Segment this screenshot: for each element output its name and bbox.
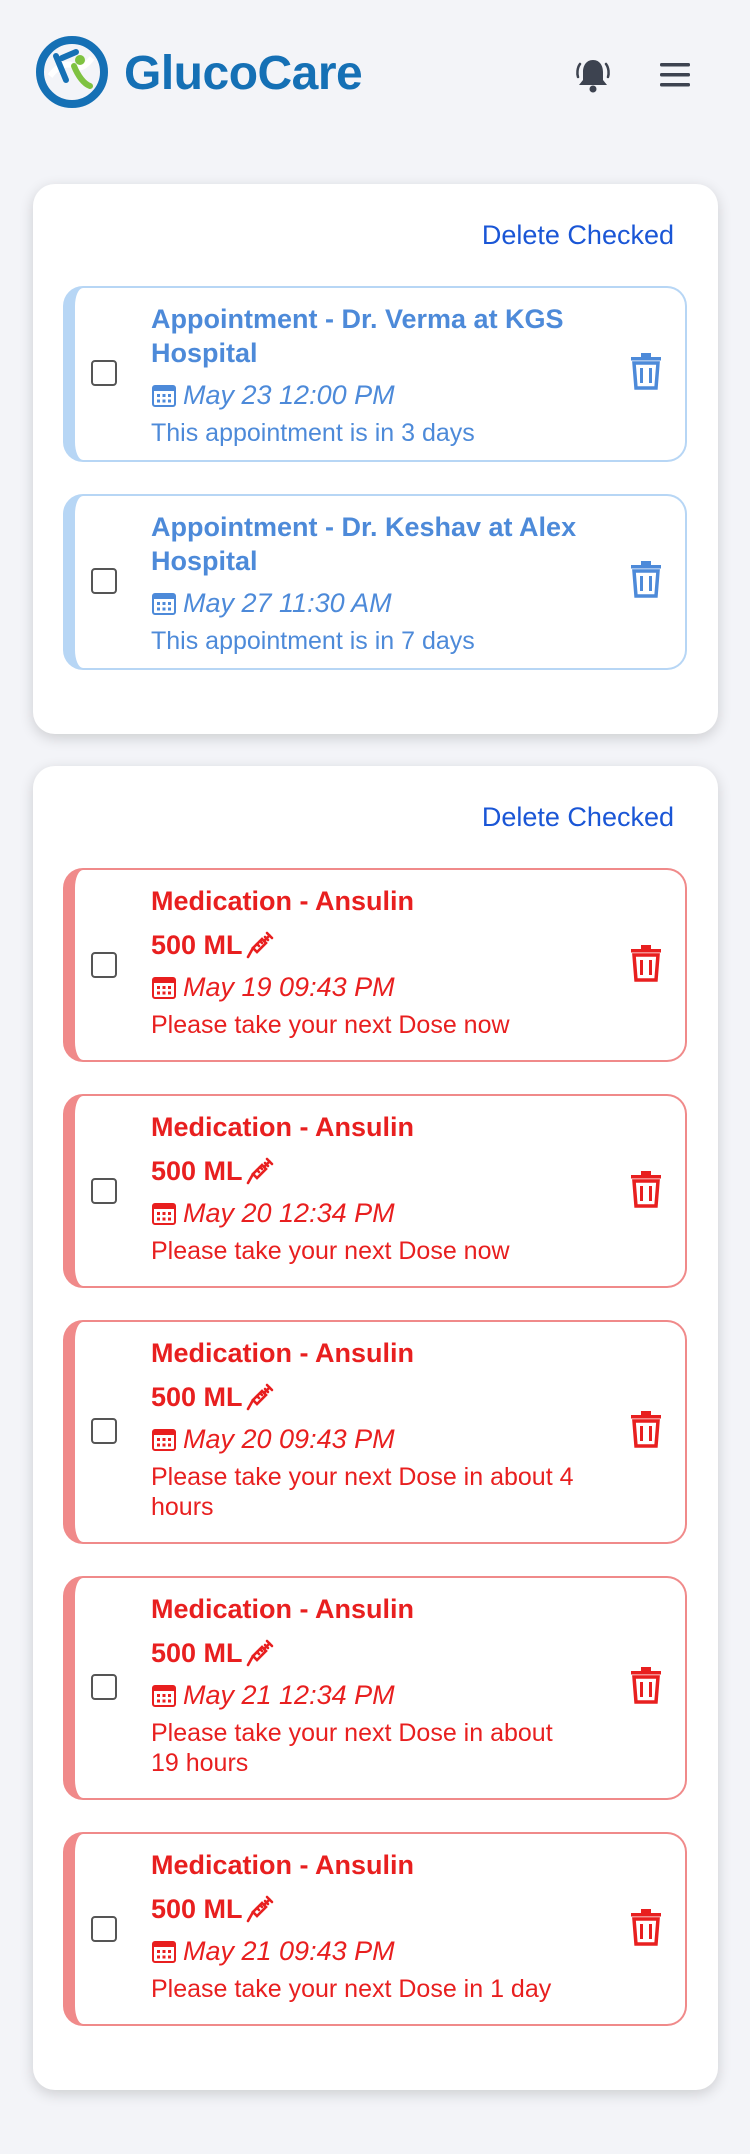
medication-date-text: May 19 09:43 PM <box>183 972 395 1002</box>
delete-checked-medications-button[interactable]: Delete Checked <box>482 802 674 833</box>
calendar-icon <box>152 1203 176 1225</box>
calendar-icon <box>152 1429 176 1451</box>
syringe-icon <box>246 1639 273 1667</box>
medication-dose: 500 ML <box>151 1380 581 1414</box>
syringe-icon <box>246 931 273 959</box>
syringe-icon <box>246 1383 273 1411</box>
medication-checkbox[interactable] <box>91 1178 117 1204</box>
trash-icon[interactable] <box>629 1908 663 1946</box>
medications-card: Delete Checked Medication - Ansulin 500 … <box>33 766 718 2090</box>
appointment-item: Appointment - Dr. Verma at KGS Hospital … <box>63 286 687 462</box>
appointment-checkbox[interactable] <box>91 360 117 386</box>
appointment-date-text: May 23 12:00 PM <box>183 380 395 410</box>
medication-dose: 500 ML <box>151 1892 581 1926</box>
medication-content: Medication - Ansulin 500 ML May 21 09:43… <box>151 1848 581 2004</box>
medication-date-text: May 21 09:43 PM <box>183 1936 395 1966</box>
appointment-title: Appointment - Dr. Verma at KGS Hospital <box>151 304 564 368</box>
syringe-icon <box>246 1157 273 1185</box>
medication-content: Medication - Ansulin 500 ML May 19 09:43… <box>151 884 581 1040</box>
appointment-note: This appointment is in 7 days <box>151 627 475 655</box>
calendar-icon <box>152 1941 176 1963</box>
hamburger-menu-icon[interactable] <box>658 60 692 90</box>
medication-note: Please take your next Dose now <box>151 1237 510 1265</box>
trash-icon[interactable] <box>629 1170 663 1208</box>
medication-dose-text: 500 ML <box>151 1638 243 1668</box>
delete-checked-appointments-button[interactable]: Delete Checked <box>482 220 674 251</box>
calendar-icon <box>152 1685 176 1707</box>
medication-date-text: May 20 12:34 PM <box>183 1198 395 1228</box>
appointment-title: Appointment - Dr. Keshav at Alex Hospita… <box>151 512 577 576</box>
medication-date-text: May 21 12:34 PM <box>183 1680 395 1710</box>
appointment-date-text: May 27 11:30 AM <box>183 588 392 618</box>
medication-title: Medication - Ansulin <box>151 886 414 916</box>
medication-date-text: May 20 09:43 PM <box>183 1424 395 1454</box>
medication-dose-text: 500 ML <box>151 1382 243 1412</box>
trash-icon[interactable] <box>629 560 663 598</box>
medication-checkbox[interactable] <box>91 952 117 978</box>
medication-item: Medication - Ansulin 500 ML May 20 09:43… <box>63 1320 687 1544</box>
calendar-icon <box>152 593 176 615</box>
medication-content: Medication - Ansulin 500 ML May 20 12:34… <box>151 1110 581 1266</box>
calendar-icon <box>152 385 176 407</box>
medication-title: Medication - Ansulin <box>151 1338 414 1368</box>
appointment-content: Appointment - Dr. Keshav at Alex Hospita… <box>151 510 581 656</box>
medication-title: Medication - Ansulin <box>151 1112 414 1142</box>
medication-item: Medication - Ansulin 500 ML May 21 12:34… <box>63 1576 687 1800</box>
appointment-item: Appointment - Dr. Keshav at Alex Hospita… <box>63 494 687 670</box>
medication-note: Please take your next Dose in about 19 h… <box>151 1719 553 1777</box>
medication-note: Please take your next Dose in about 4 ho… <box>151 1463 574 1521</box>
app-title[interactable]: GlucoCare <box>124 46 363 101</box>
medication-title: Medication - Ansulin <box>151 1594 414 1624</box>
appointment-content: Appointment - Dr. Verma at KGS Hospital … <box>151 302 581 448</box>
top-bar: GlucoCare <box>0 0 750 152</box>
medication-date: May 20 12:34 PM <box>151 1196 581 1230</box>
trash-icon[interactable] <box>629 1666 663 1704</box>
medication-content: Medication - Ansulin 500 ML May 20 09:43… <box>151 1336 581 1522</box>
calendar-icon <box>152 977 176 999</box>
medication-item: Medication - Ansulin 500 ML May 21 09:43… <box>63 1832 687 2026</box>
medication-dose-text: 500 ML <box>151 1156 243 1186</box>
trash-icon[interactable] <box>629 1410 663 1448</box>
medication-item: Medication - Ansulin 500 ML May 20 12:34… <box>63 1094 687 1288</box>
appointment-date: May 27 11:30 AM <box>151 586 581 620</box>
appointment-note: This appointment is in 3 days <box>151 419 475 447</box>
medication-checkbox[interactable] <box>91 1418 117 1444</box>
medication-note: Please take your next Dose now <box>151 1011 510 1039</box>
appointments-card: Delete Checked Appointment - Dr. Verma a… <box>33 184 718 734</box>
medication-date: May 21 12:34 PM <box>151 1678 581 1712</box>
medication-dose-text: 500 ML <box>151 930 243 960</box>
medication-title: Medication - Ansulin <box>151 1850 414 1880</box>
medication-dose: 500 ML <box>151 1636 581 1670</box>
medication-date: May 19 09:43 PM <box>151 970 581 1004</box>
bell-icon[interactable] <box>574 56 612 94</box>
medication-checkbox[interactable] <box>91 1674 117 1700</box>
medication-date: May 20 09:43 PM <box>151 1422 581 1456</box>
medication-date: May 21 09:43 PM <box>151 1934 581 1968</box>
medication-dose-text: 500 ML <box>151 1894 243 1924</box>
medication-checkbox[interactable] <box>91 1916 117 1942</box>
medication-note: Please take your next Dose in 1 day <box>151 1975 552 2003</box>
appointment-date: May 23 12:00 PM <box>151 378 581 412</box>
syringe-icon <box>246 1895 273 1923</box>
glucocare-logo-icon[interactable] <box>36 36 108 108</box>
medication-item: Medication - Ansulin 500 ML May 19 09:43… <box>63 868 687 1062</box>
medication-dose: 500 ML <box>151 928 581 962</box>
trash-icon[interactable] <box>629 944 663 982</box>
medication-dose: 500 ML <box>151 1154 581 1188</box>
appointment-checkbox[interactable] <box>91 568 117 594</box>
trash-icon[interactable] <box>629 352 663 390</box>
medication-content: Medication - Ansulin 500 ML May 21 12:34… <box>151 1592 581 1778</box>
